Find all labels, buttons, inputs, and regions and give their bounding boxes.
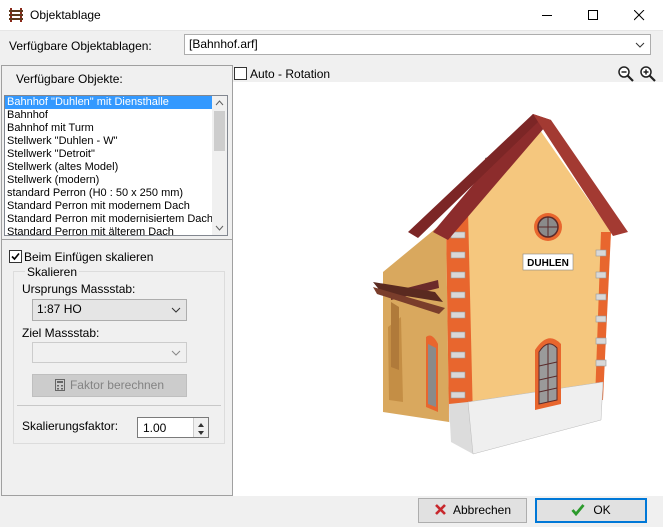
scale-on-insert-checkbox[interactable]	[9, 250, 22, 263]
list-item[interactable]: Stellwerk "Detroit"	[5, 148, 213, 161]
scaling-factor-spinner[interactable]: 1.00	[137, 417, 209, 438]
spin-down-button[interactable]	[194, 427, 208, 436]
scrollbar-thumb[interactable]	[214, 111, 225, 151]
checkmark-icon	[11, 252, 20, 261]
chevron-down-icon	[171, 350, 181, 356]
list-item[interactable]: Bahnhof "Duhlen" mit Diensthalle	[5, 96, 213, 109]
spin-up-button[interactable]	[194, 418, 208, 427]
auto-rotation-checkbox[interactable]	[234, 67, 247, 80]
list-item[interactable]: Stellwerk (altes Model)	[5, 161, 213, 174]
title-bar: Objektablage	[0, 0, 663, 31]
chevron-down-icon	[171, 307, 181, 313]
list-item[interactable]: Bahnhof mit Turm	[5, 122, 213, 135]
app-icon	[8, 7, 24, 23]
zoom-out-icon[interactable]	[617, 65, 635, 83]
auto-rotation-label: Auto - Rotation	[250, 67, 331, 81]
objects-list[interactable]: Bahnhof "Duhlen" mit Diensthalle Bahnhof B…	[4, 95, 228, 236]
group-divider	[17, 405, 221, 406]
cancel-button[interactable]: Abbrechen	[418, 498, 527, 523]
target-scale-label: Ziel Massstab:	[22, 326, 100, 340]
source-scale-value: 1:87 HO	[37, 302, 82, 316]
maximize-button[interactable]	[571, 0, 617, 31]
source-scale-select[interactable]: 1:87 HO	[32, 299, 187, 321]
list-item[interactable]: Bahnhof	[5, 109, 213, 122]
close-icon	[634, 10, 645, 21]
ok-check-icon	[571, 504, 585, 517]
cancel-x-icon	[435, 504, 446, 515]
scaling-factor-value: 1.00	[143, 421, 167, 435]
list-item[interactable]: Standard Perron mit modernem Dach	[5, 200, 213, 213]
cancel-button-label: Abbrechen	[452, 503, 512, 517]
scaling-factor-label: Skalierungsfaktor:	[22, 419, 119, 433]
scaling-group-title: Skalieren	[25, 265, 80, 279]
objects-label: Verfügbare Objekte:	[16, 72, 123, 86]
list-item[interactable]: Stellwerk "Duhlen - W"	[5, 135, 213, 148]
ok-button-label: OK	[593, 503, 611, 517]
minimize-icon	[542, 15, 552, 16]
station-building-model[interactable]: DUHLEN	[233, 82, 663, 496]
window-title: Objektablage	[30, 8, 101, 22]
zoom-in-icon[interactable]	[639, 65, 657, 83]
calculator-icon	[54, 379, 65, 391]
storage-select-value: [Bahnhof.arf]	[189, 37, 258, 51]
divider	[1, 239, 233, 240]
3d-viewer[interactable]: DUHLEN	[233, 82, 663, 496]
scroll-down-icon[interactable]	[212, 221, 227, 235]
target-scale-select[interactable]	[32, 342, 187, 363]
ok-button[interactable]: OK	[535, 498, 647, 523]
scale-on-insert-label: Beim Einfügen skalieren	[24, 250, 154, 264]
calculate-factor-label: Faktor berechnen	[69, 378, 165, 392]
calculate-factor-button[interactable]: Faktor berechnen	[32, 374, 187, 397]
spin-down-icon	[198, 431, 204, 435]
scroll-up-icon[interactable]	[212, 96, 227, 110]
list-item[interactable]: Standard Perron mit älterem Dach	[5, 226, 213, 235]
list-item[interactable]: Standard Perron mit modernisiertem Dach	[5, 213, 213, 226]
chevron-down-icon	[635, 42, 645, 48]
storage-select[interactable]: [Bahnhof.arf]	[184, 34, 651, 55]
list-item[interactable]: Stellwerk (modern)	[5, 174, 213, 187]
minimize-button[interactable]	[525, 0, 571, 31]
source-scale-label: Ursprungs Massstab:	[22, 282, 136, 296]
maximize-icon	[588, 10, 598, 20]
objects-list-scrollbar[interactable]	[212, 96, 227, 235]
list-item[interactable]: standard Perron (H0 : 50 x 250 mm)	[5, 187, 213, 200]
station-sign: DUHLEN	[527, 258, 569, 269]
close-button[interactable]	[617, 0, 663, 31]
storage-label: Verfügbare Objektablagen:	[9, 39, 152, 53]
